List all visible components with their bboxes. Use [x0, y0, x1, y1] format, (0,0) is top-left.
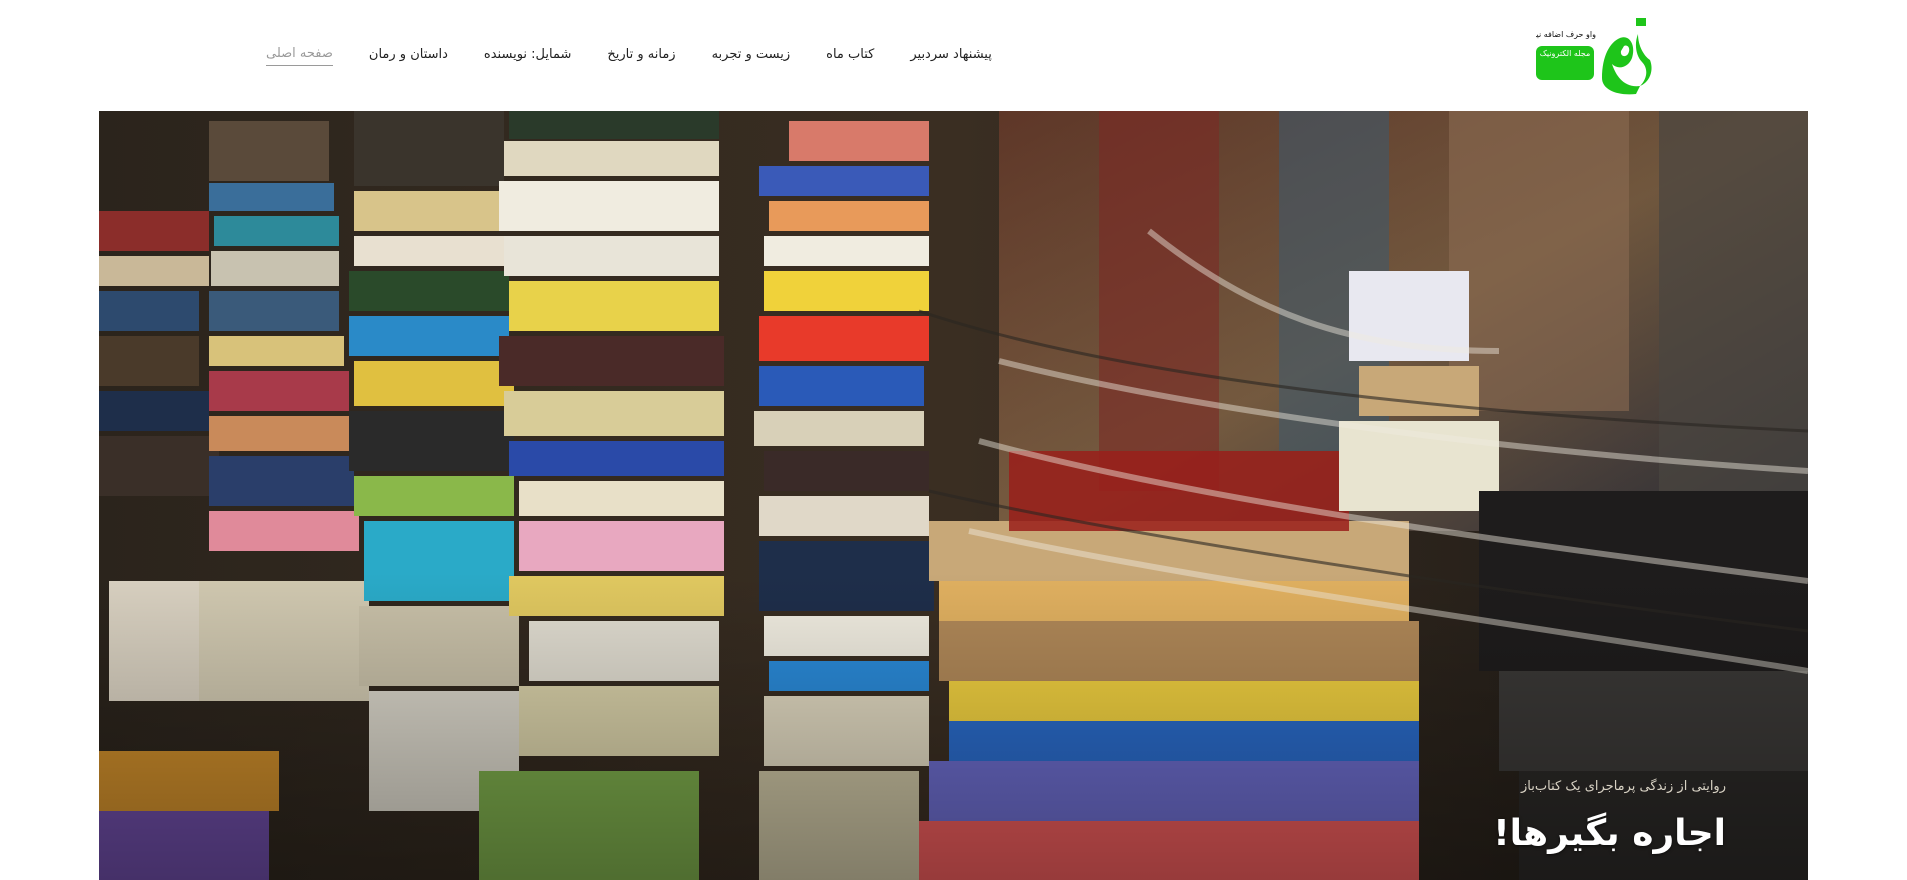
nav-item-author-profile[interactable]: شمایل: نویسنده — [484, 43, 571, 66]
logo-subtitle: مجله الکترونیک — [1539, 49, 1591, 58]
hero-banner[interactable]: روایتی از زندگی پرماجرای یک کتاب‌باز اجا… — [99, 111, 1808, 880]
nav-item-editor-pick[interactable]: پیشنهاد سردبیر — [910, 43, 992, 66]
nav-item-fiction[interactable]: داستان و رمان — [369, 43, 448, 66]
hero-kicker: روایتی از زندگی پرماجرای یک کتاب‌باز — [1521, 779, 1726, 794]
main-nav: صفحه اصلی داستان و رمان شمایل: نویسنده ز… — [266, 42, 1031, 66]
logo-tagline: واو حرف اضافه نیست! — [1536, 30, 1596, 39]
hero-title[interactable]: اجاره بگیرها! — [1493, 813, 1726, 854]
nav-item-home[interactable]: صفحه اصلی — [266, 42, 333, 66]
page: صفحه اصلی داستان و رمان شمایل: نویسنده ز… — [0, 0, 1907, 880]
nav-item-life-experience[interactable]: زیست و تجربه — [712, 43, 791, 66]
nav-item-history[interactable]: زمانه و تاریخ — [607, 43, 675, 66]
nav-item-book-of-month[interactable]: کتاب ماه — [826, 43, 874, 66]
site-logo[interactable]: واو حرف اضافه نیست! مجله الکترونیک — [1532, 16, 1656, 96]
site-header: صفحه اصلی داستان و رمان شمایل: نویسنده ز… — [0, 0, 1907, 111]
hero-shade — [99, 111, 1808, 880]
